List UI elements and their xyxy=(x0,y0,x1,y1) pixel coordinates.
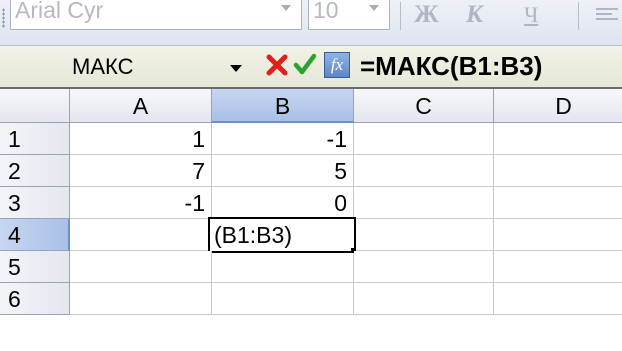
formula-bar: МАКС fx =МАКС(B1:B3) xyxy=(0,46,622,89)
column-header-b[interactable]: B xyxy=(212,89,354,123)
cell-a2[interactable]: 7 xyxy=(70,155,212,187)
formatting-toolbar: Arial Cyr 10 Ж К Ч xyxy=(0,0,622,46)
toolbar-grip[interactable] xyxy=(2,8,5,28)
insert-function-icon[interactable]: fx xyxy=(324,52,350,78)
cell-b3[interactable]: 0 xyxy=(212,187,354,219)
cancel-icon[interactable] xyxy=(262,50,292,80)
cell-a1[interactable]: 1 xyxy=(70,123,212,155)
chevron-down-icon[interactable] xyxy=(369,5,379,11)
cell-b2[interactable]: 5 xyxy=(212,155,354,187)
row-header-4[interactable]: 4 xyxy=(0,219,70,251)
enter-check-icon[interactable] xyxy=(290,50,320,80)
cell-c1[interactable] xyxy=(354,123,494,155)
cell-a3[interactable]: -1 xyxy=(70,187,212,219)
row-header-5[interactable]: 5 xyxy=(0,251,70,283)
align-left-icon[interactable] xyxy=(596,8,618,24)
cell-d2[interactable] xyxy=(494,155,622,187)
chevron-down-icon[interactable] xyxy=(281,5,291,11)
cell-d1[interactable] xyxy=(494,123,622,155)
chevron-down-icon[interactable] xyxy=(230,65,242,72)
row-header-6[interactable]: 6 xyxy=(0,283,70,315)
spreadsheet-window: Arial Cyr 10 Ж К Ч МАКС fx =МАКС(B1:B3) … xyxy=(0,0,622,351)
cell-c6[interactable] xyxy=(354,283,494,315)
font-size-value: 10 xyxy=(313,0,339,23)
font-size-combo[interactable]: 10 xyxy=(308,0,390,30)
formula-input[interactable]: =МАКС(B1:B3) xyxy=(360,51,542,82)
underline-button[interactable]: Ч xyxy=(524,2,538,28)
toolbar-separator xyxy=(578,2,579,30)
font-name-value: Arial Cyr xyxy=(15,0,104,23)
row-header-3[interactable]: 3 xyxy=(0,187,70,219)
bold-button[interactable]: Ж xyxy=(414,2,439,28)
cell-d6[interactable] xyxy=(494,283,622,315)
toolbar-separator xyxy=(400,2,401,30)
cell-c2[interactable] xyxy=(354,155,494,187)
cell-a6[interactable] xyxy=(70,283,212,315)
column-header-c[interactable]: C xyxy=(354,89,494,123)
cell-b4-editing[interactable]: (B1:B3) xyxy=(208,217,356,253)
italic-button[interactable]: К xyxy=(466,2,483,28)
column-header-a[interactable]: A xyxy=(70,89,212,123)
column-header-d[interactable]: D xyxy=(494,89,622,123)
cell-d4[interactable] xyxy=(494,219,622,251)
cell-a5[interactable] xyxy=(70,251,212,283)
row-header-1[interactable]: 1 xyxy=(0,123,70,155)
cell-b1[interactable]: -1 xyxy=(212,123,354,155)
cell-d5[interactable] xyxy=(494,251,622,283)
font-name-combo[interactable]: Arial Cyr xyxy=(10,0,302,30)
cell-c4[interactable] xyxy=(356,219,494,251)
column-header-row: A B C D xyxy=(0,89,622,123)
cell-d3[interactable] xyxy=(494,187,622,219)
name-box[interactable]: МАКС xyxy=(72,54,133,80)
cell-c5[interactable] xyxy=(354,251,494,283)
select-all-corner[interactable] xyxy=(0,89,70,123)
cell-b6[interactable] xyxy=(212,283,354,315)
cell-b5[interactable] xyxy=(212,253,354,283)
row-header-2[interactable]: 2 xyxy=(0,155,70,187)
cell-a4[interactable] xyxy=(70,219,212,251)
cell-c3[interactable] xyxy=(354,187,494,219)
